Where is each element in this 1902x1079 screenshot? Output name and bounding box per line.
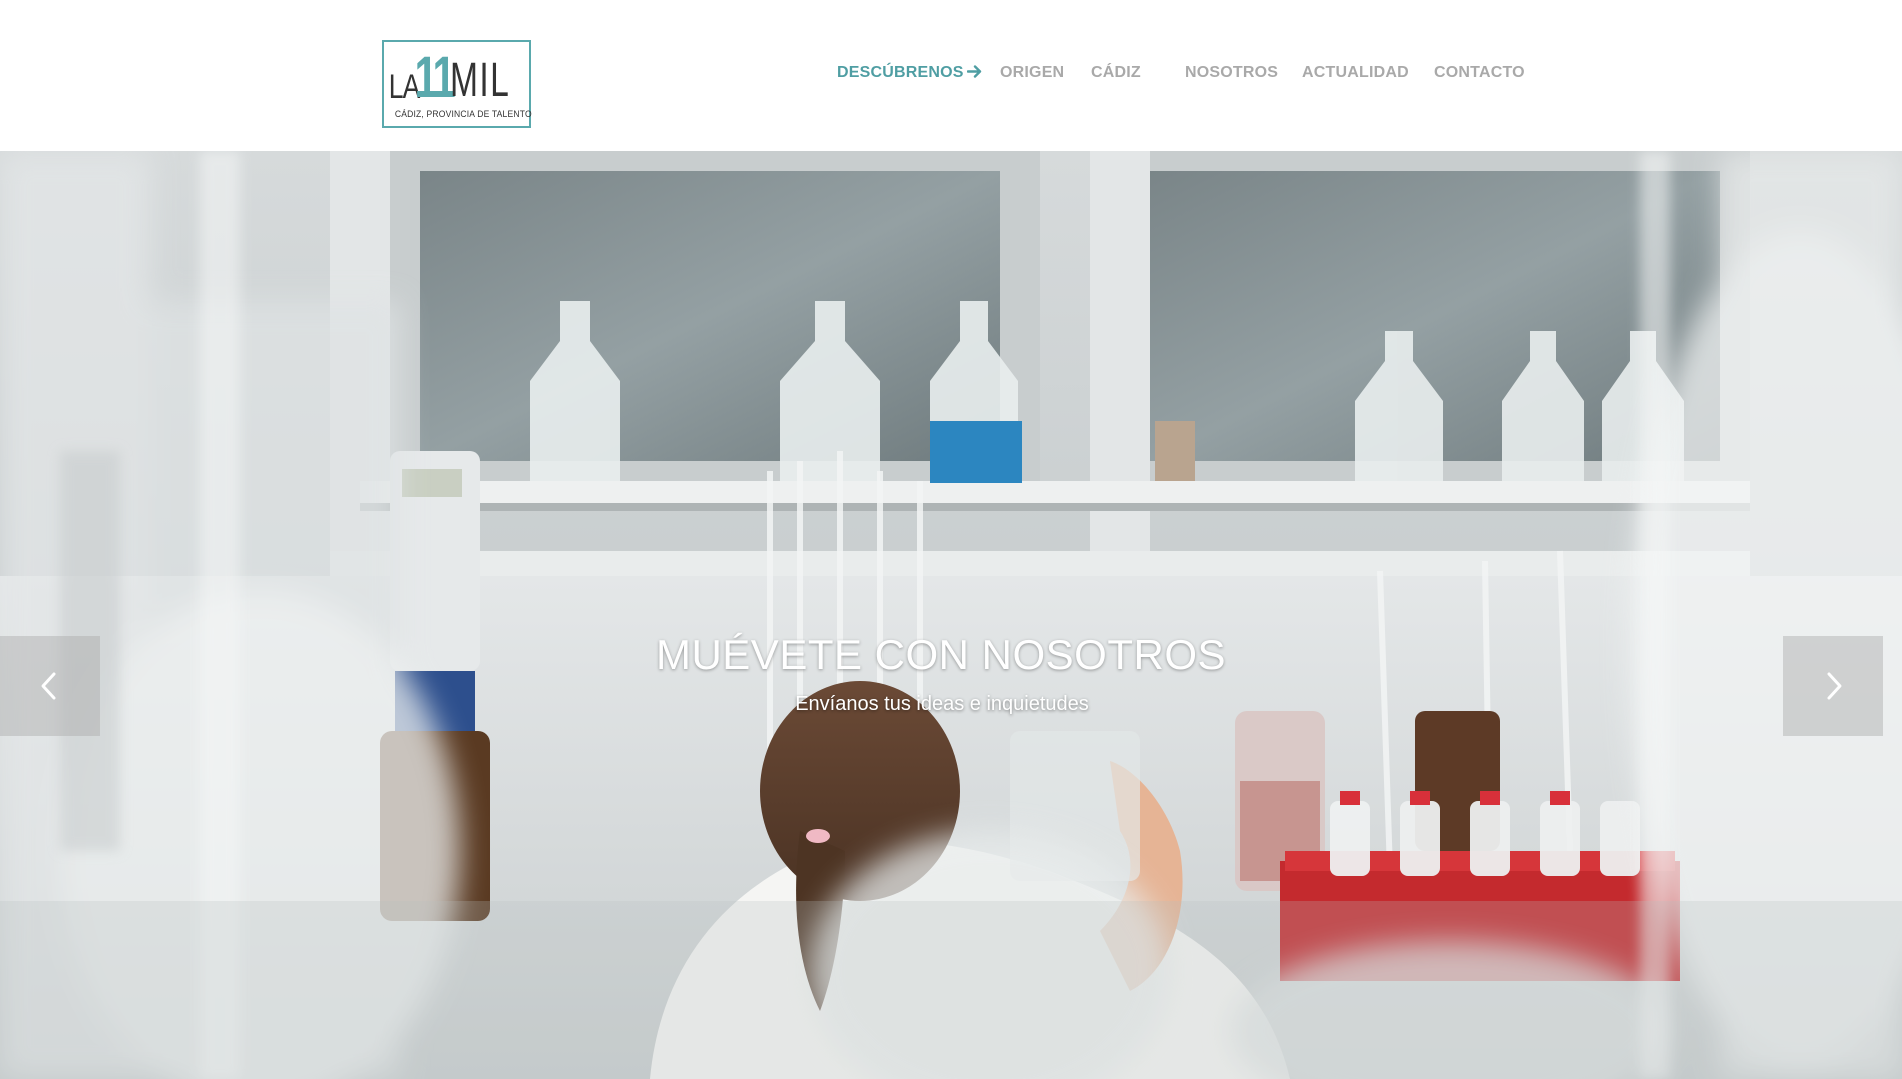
nav-item-origen[interactable]: ORIGEN: [1000, 64, 1064, 82]
logo-wordmark: LA 11 MIL: [388, 44, 524, 110]
hero-carousel: MUÉVETE CON NOSOTROS Envíanos tus ideas …: [0, 151, 1902, 1079]
nav-item-nosotros[interactable]: NOSOTROS: [1185, 64, 1278, 82]
carousel-prev-button[interactable]: [0, 636, 100, 736]
logo-suffix: MIL: [450, 54, 511, 108]
arrow-right-icon: [966, 64, 982, 82]
nav-item-descubrenos[interactable]: DESCÚBRENOS: [837, 64, 982, 82]
nav-item-contacto[interactable]: CONTACTO: [1434, 64, 1525, 82]
carousel-next-button[interactable]: [1783, 636, 1883, 736]
nav-item-label: DESCÚBRENOS: [837, 64, 964, 81]
chevron-left-icon: [41, 672, 56, 700]
nav-item-actualidad[interactable]: ACTUALIDAD: [1302, 64, 1409, 82]
nav-item-cadiz[interactable]: CÁDIZ: [1091, 64, 1141, 82]
hero-subtitle: Envíanos tus ideas e inquietudes: [795, 693, 1089, 715]
logo-number: 11: [414, 44, 456, 110]
site-logo[interactable]: LA 11 MIL CÁDIZ, PROVINCIA DE TALENTO: [382, 40, 532, 128]
chevron-right-icon: [1827, 672, 1842, 700]
site-header: LA 11 MIL CÁDIZ, PROVINCIA DE TALENTO DE…: [0, 0, 1902, 151]
logo-tagline: CÁDIZ, PROVINCIA DE TALENTO: [394, 109, 532, 120]
hero-background-image: [0, 151, 1902, 1079]
hero-title: MUÉVETE CON NOSOTROS: [655, 631, 1227, 678]
